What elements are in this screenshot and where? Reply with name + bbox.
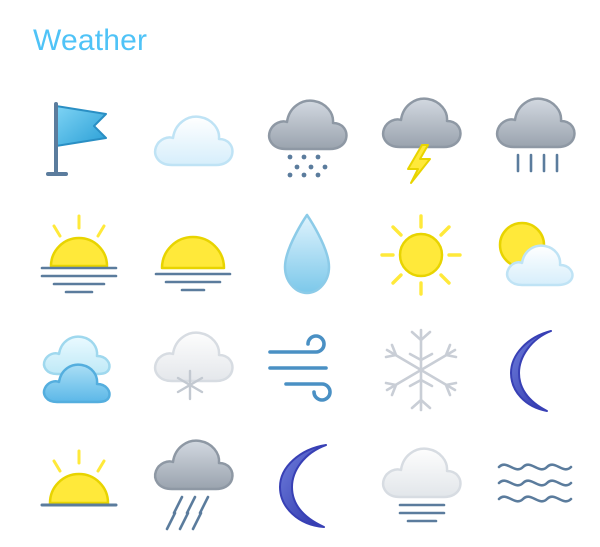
icon-grid xyxy=(0,82,600,542)
icon-cell[interactable] xyxy=(364,197,478,312)
page-title: Weather xyxy=(33,24,148,57)
crescent-moon-light-icon[interactable] xyxy=(487,322,583,418)
icon-cell[interactable] xyxy=(22,312,136,427)
cloud-sleet-icon[interactable] xyxy=(259,92,355,188)
icon-cell[interactable] xyxy=(478,82,592,197)
icon-cell[interactable] xyxy=(364,82,478,197)
crescent-moon-icon[interactable] xyxy=(259,437,355,533)
icon-cell[interactable] xyxy=(136,82,250,197)
icon-cell[interactable] xyxy=(136,312,250,427)
sunrise-horizon-icon[interactable] xyxy=(31,437,127,533)
water-drop-icon[interactable] xyxy=(259,207,355,303)
sun-behind-cloud-icon[interactable] xyxy=(487,207,583,303)
sunset-icon[interactable] xyxy=(145,207,241,303)
mist-icon[interactable] xyxy=(487,437,583,533)
snowflake-icon[interactable] xyxy=(373,322,469,418)
icon-cell[interactable] xyxy=(478,427,592,542)
icon-cell[interactable] xyxy=(22,427,136,542)
icon-cell[interactable] xyxy=(22,82,136,197)
sun-icon[interactable] xyxy=(373,207,469,303)
icon-cell[interactable] xyxy=(250,197,364,312)
cloud-rain-icon[interactable] xyxy=(487,92,583,188)
cloud-heavy-rain-icon[interactable] xyxy=(145,437,241,533)
sunrise-icon[interactable] xyxy=(31,207,127,303)
icon-cell[interactable] xyxy=(364,427,478,542)
icon-row xyxy=(0,427,600,542)
icon-row xyxy=(0,312,600,427)
icon-cell[interactable] xyxy=(136,427,250,542)
icon-cell[interactable] xyxy=(364,312,478,427)
icon-cell[interactable] xyxy=(250,312,364,427)
wind-flag-icon[interactable] xyxy=(31,92,127,188)
icon-sheet: Weather xyxy=(0,0,600,547)
wind-icon[interactable] xyxy=(259,322,355,418)
icon-cell[interactable] xyxy=(250,427,364,542)
two-clouds-icon[interactable] xyxy=(31,322,127,418)
icon-cell[interactable] xyxy=(250,82,364,197)
cloud-fog-icon[interactable] xyxy=(373,437,469,533)
icon-cell[interactable] xyxy=(478,197,592,312)
icon-row xyxy=(0,82,600,197)
icon-cell[interactable] xyxy=(22,197,136,312)
cloud-lightning-icon[interactable] xyxy=(373,92,469,188)
icon-cell[interactable] xyxy=(478,312,592,427)
icon-cell[interactable] xyxy=(136,197,250,312)
icon-row xyxy=(0,197,600,312)
cloud-snowflake-icon[interactable] xyxy=(145,322,241,418)
cloud-icon[interactable] xyxy=(145,92,241,188)
